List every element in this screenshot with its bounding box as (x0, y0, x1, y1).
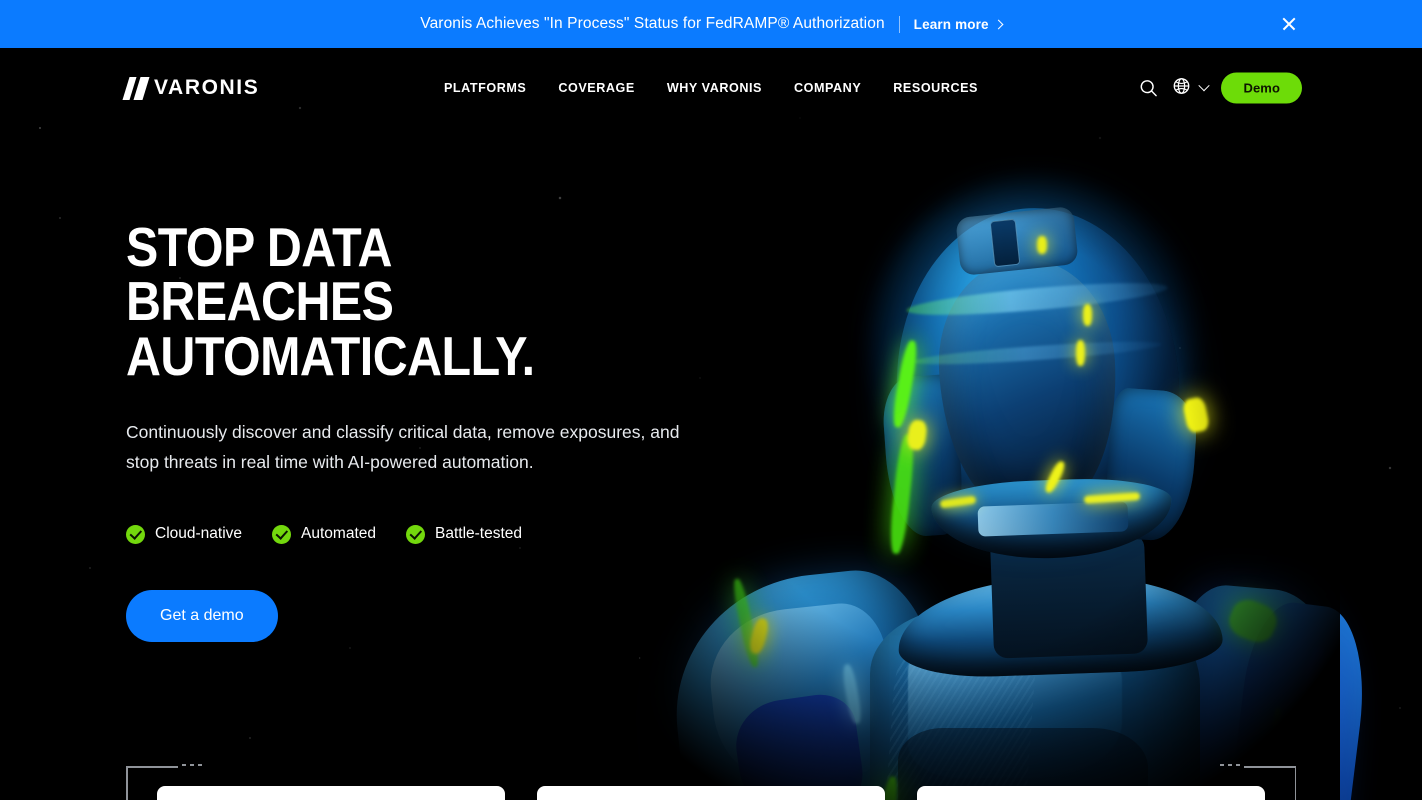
globe-icon (1172, 76, 1191, 100)
headline-line-2: AUTOMATICALLY. (126, 324, 535, 387)
demo-button[interactable]: Demo (1221, 72, 1302, 104)
language-selector[interactable] (1172, 76, 1211, 100)
nav-item-company[interactable]: COMPANY (778, 73, 877, 103)
search-icon[interactable] (1137, 77, 1159, 99)
feature-label: Automated (301, 525, 376, 542)
check-circle-icon (272, 524, 292, 544)
hero-subcopy: Continuously discover and classify criti… (126, 422, 680, 473)
announcement-divider (898, 15, 900, 33)
nav-item-coverage[interactable]: COVERAGE (542, 73, 650, 103)
announcement-text: Varonis Achieves "In Process" Status for… (420, 15, 885, 32)
close-icon[interactable] (1278, 13, 1300, 35)
announcement-content: Varonis Achieves "In Process" Status for… (420, 15, 1004, 33)
nav-item-platforms[interactable]: PLATFORMS (428, 73, 542, 103)
feature-cloud-native: Cloud-native (126, 524, 243, 544)
header-actions: Demo (1137, 72, 1302, 104)
page-title: STOP DATA BREACHES AUTOMATICALLY. (126, 216, 619, 387)
get-a-demo-button[interactable]: Get a demo (126, 589, 278, 642)
varonis-homepage-hero: Varonis Achieves "In Process" Status for… (0, 0, 1422, 800)
bottom-card[interactable] (537, 786, 885, 800)
headline-line-1: STOP DATA BREACHES (126, 216, 394, 333)
feature-battle-tested: Battle-tested (406, 524, 523, 544)
site-header: VARONIS PLATFORMS COVERAGE WHY VARONIS C… (0, 48, 1422, 128)
announcement-learn-more-link[interactable]: Learn more (913, 16, 1004, 32)
feature-label: Battle-tested (435, 525, 523, 542)
announcement-banner: Varonis Achieves "In Process" Status for… (0, 0, 1422, 48)
bottom-card[interactable] (157, 786, 505, 800)
feature-label: Cloud-native (155, 525, 243, 542)
chevron-right-icon (993, 19, 1004, 29)
learn-more-label: Learn more (913, 16, 989, 32)
nav-item-why-varonis[interactable]: WHY VARONIS (651, 73, 778, 103)
check-circle-icon (126, 524, 145, 544)
chevron-down-icon (1198, 79, 1211, 91)
hero-feature-list: Cloud-native Automated Battle-tested (126, 524, 686, 544)
armored-figure-illustration (640, 108, 1374, 800)
bottom-card[interactable] (917, 786, 1265, 800)
hero-content: STOP DATA BREACHES AUTOMATICALLY. Contin… (126, 220, 686, 642)
nav-item-resources[interactable]: RESOURCES (877, 73, 994, 103)
check-circle-icon (406, 524, 425, 544)
feature-automated: Automated (272, 524, 376, 544)
bottom-card-strip (0, 786, 1422, 800)
